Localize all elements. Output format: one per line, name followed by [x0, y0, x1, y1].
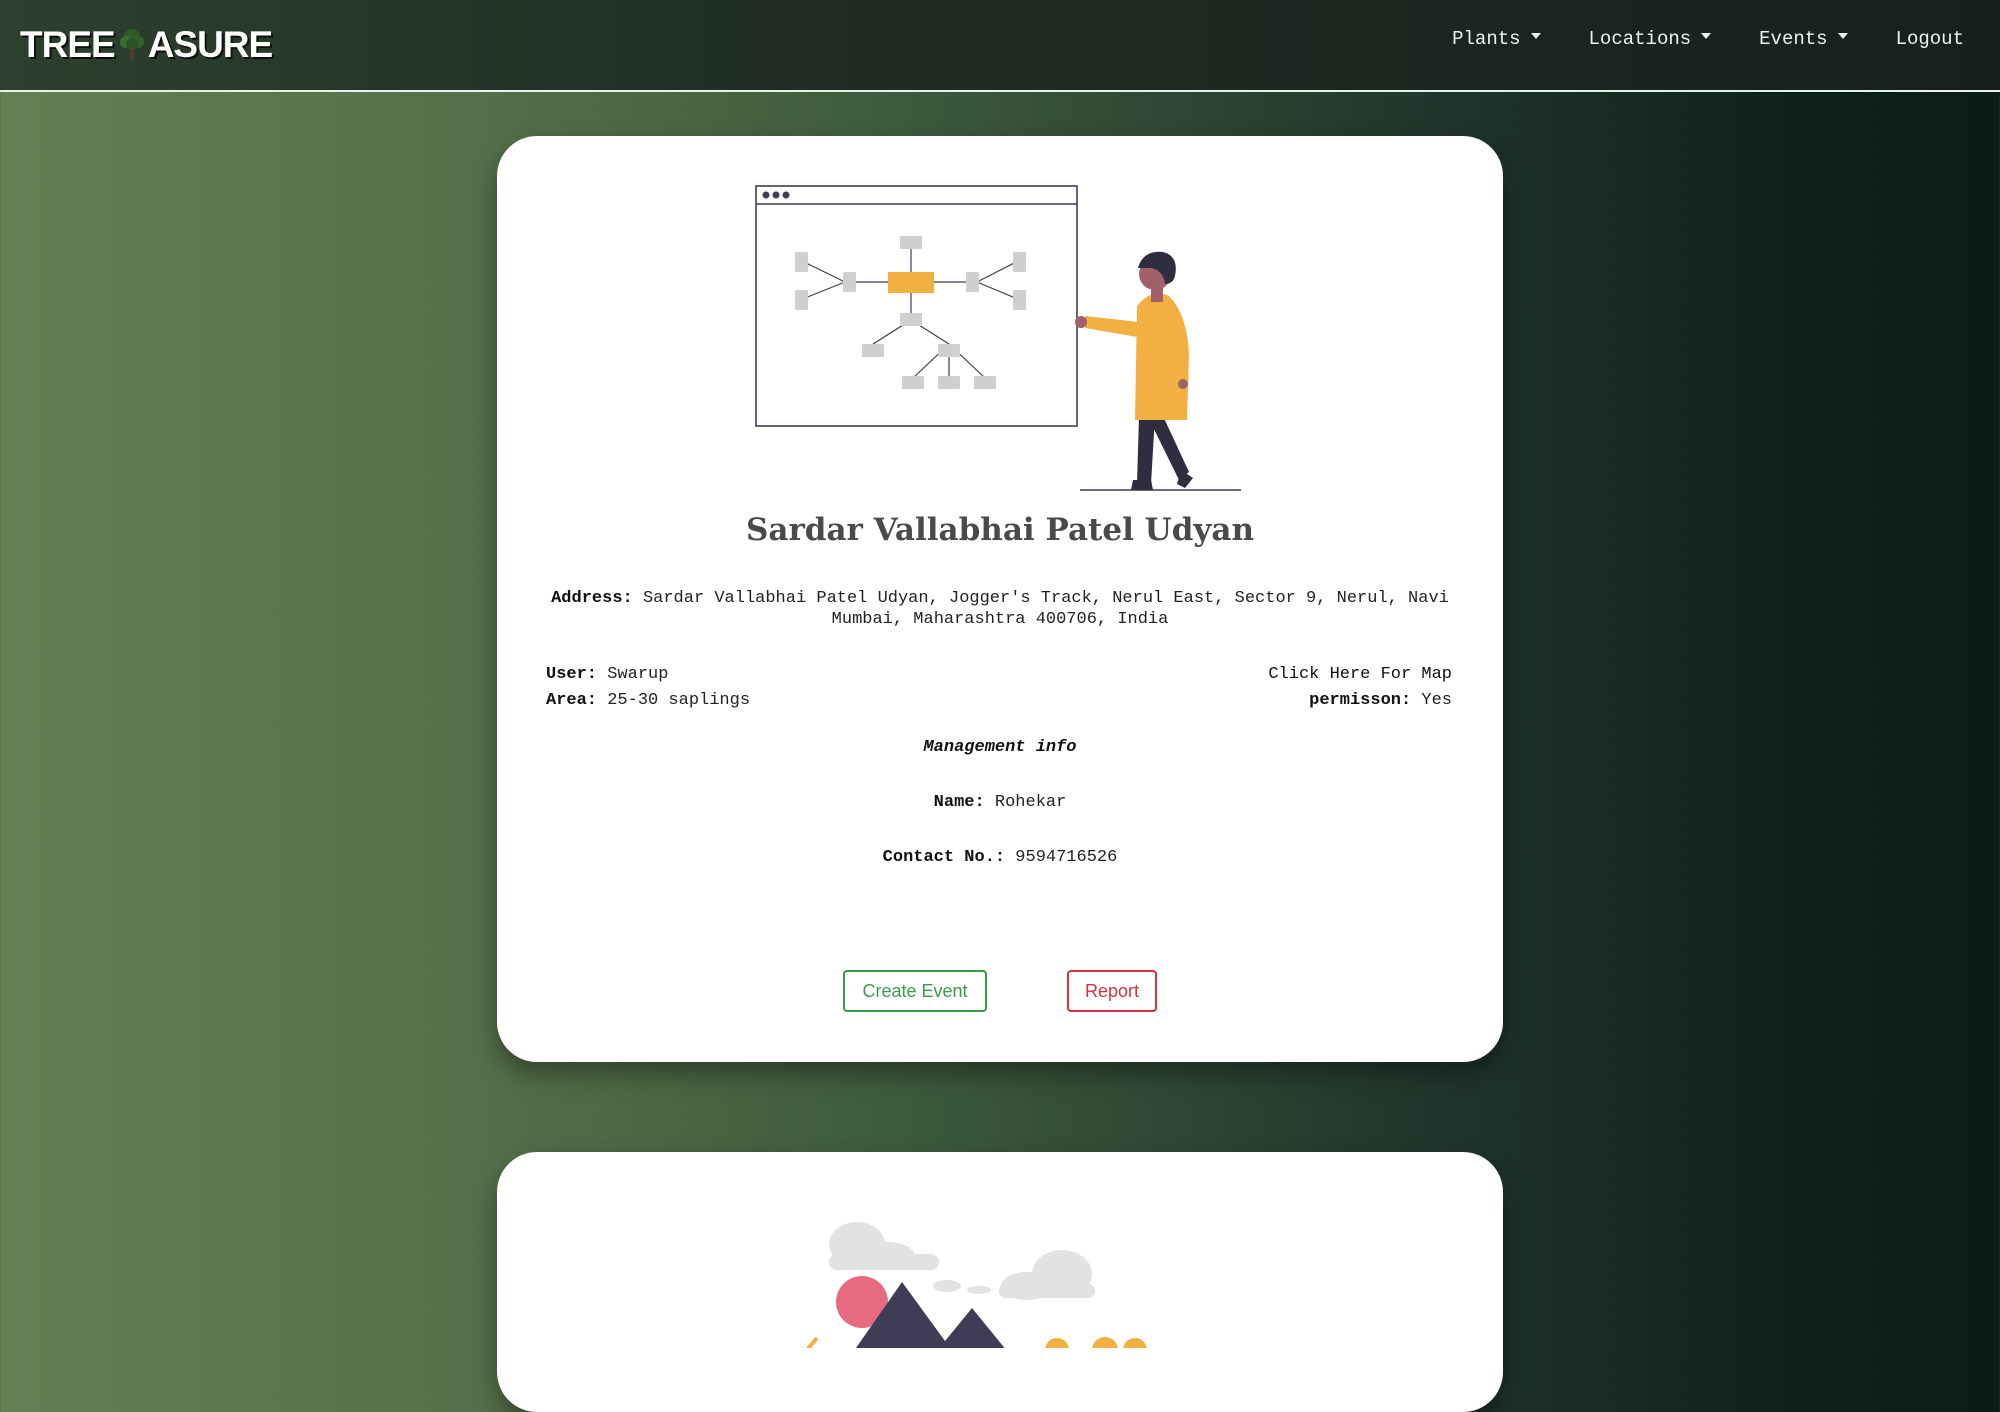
permission-value: Yes	[1421, 691, 1452, 710]
area-row: Area: 25-30 saplings	[546, 688, 750, 714]
nav-logout-label: Logout	[1895, 28, 1964, 50]
report-button[interactable]: Report	[1067, 970, 1157, 1012]
mind-map-presentation-illustration	[755, 185, 1241, 491]
secondary-card	[497, 1152, 1503, 1412]
mountains-landscape-illustration	[806, 1222, 1147, 1348]
nav-plants-label: Plants	[1452, 28, 1521, 50]
nav-menu: Plants Locations Events Logout	[1404, 28, 1964, 50]
tree-icon	[119, 29, 144, 61]
address: Address: Sardar Vallabhai Patel Udyan, J…	[521, 588, 1479, 630]
nav-logout-link[interactable]: Logout	[1896, 28, 1964, 50]
brand-logo[interactable]: TREE ASURE	[20, 22, 274, 68]
location-title: Sardar Vallabhai Patel Udyan	[745, 512, 1255, 548]
management-contact-value: 9594716526	[1015, 848, 1118, 867]
location-card: Sardar Vallabhai Patel Udyan Address: Sa…	[497, 136, 1503, 1062]
management-info-heading: Management info	[923, 738, 1077, 757]
nav-events-dropdown[interactable]: Events	[1759, 28, 1848, 50]
brand-text-left: TREE	[20, 24, 116, 65]
address-value: Sardar Vallabhai Patel Udyan, Jogger's T…	[642, 589, 1449, 629]
address-label: Address:	[551, 589, 633, 608]
user-row: User: Swarup	[546, 662, 750, 688]
create-event-button[interactable]: Create Event	[843, 970, 987, 1012]
nav-locations-label: Locations	[1588, 28, 1692, 50]
caret-down-icon	[1701, 33, 1712, 39]
user-value: Swarup	[607, 665, 669, 684]
permission-label: permisson:	[1309, 691, 1412, 710]
management-name: Name: Rohekar	[497, 793, 1503, 812]
nav-locations-dropdown[interactable]: Locations	[1589, 28, 1712, 50]
user-label: User:	[546, 665, 598, 684]
management-name-value: Rohekar	[994, 793, 1067, 812]
management-contact: Contact No.: 9594716526	[497, 848, 1503, 867]
management-contact-label: Contact No.:	[882, 848, 1006, 867]
nav-plants-dropdown[interactable]: Plants	[1452, 28, 1541, 50]
brand-text-right: ASURE	[147, 24, 274, 65]
navbar: TREE ASURE Plants Locations Events Logou…	[0, 0, 2000, 92]
location-info-right: Click Here For Map permisson: Yes	[1268, 662, 1452, 714]
nav-events-label: Events	[1759, 28, 1828, 50]
location-info-left: User: Swarup Area: 25-30 saplings	[546, 662, 750, 714]
permission-row: permisson: Yes	[1268, 688, 1452, 714]
area-label: Area:	[546, 691, 598, 710]
management-name-label: Name:	[933, 793, 985, 812]
area-value: 25-30 saplings	[607, 691, 751, 710]
caret-down-icon	[1530, 33, 1541, 39]
map-link[interactable]: Click Here For Map	[1268, 662, 1452, 688]
caret-down-icon	[1837, 33, 1848, 39]
